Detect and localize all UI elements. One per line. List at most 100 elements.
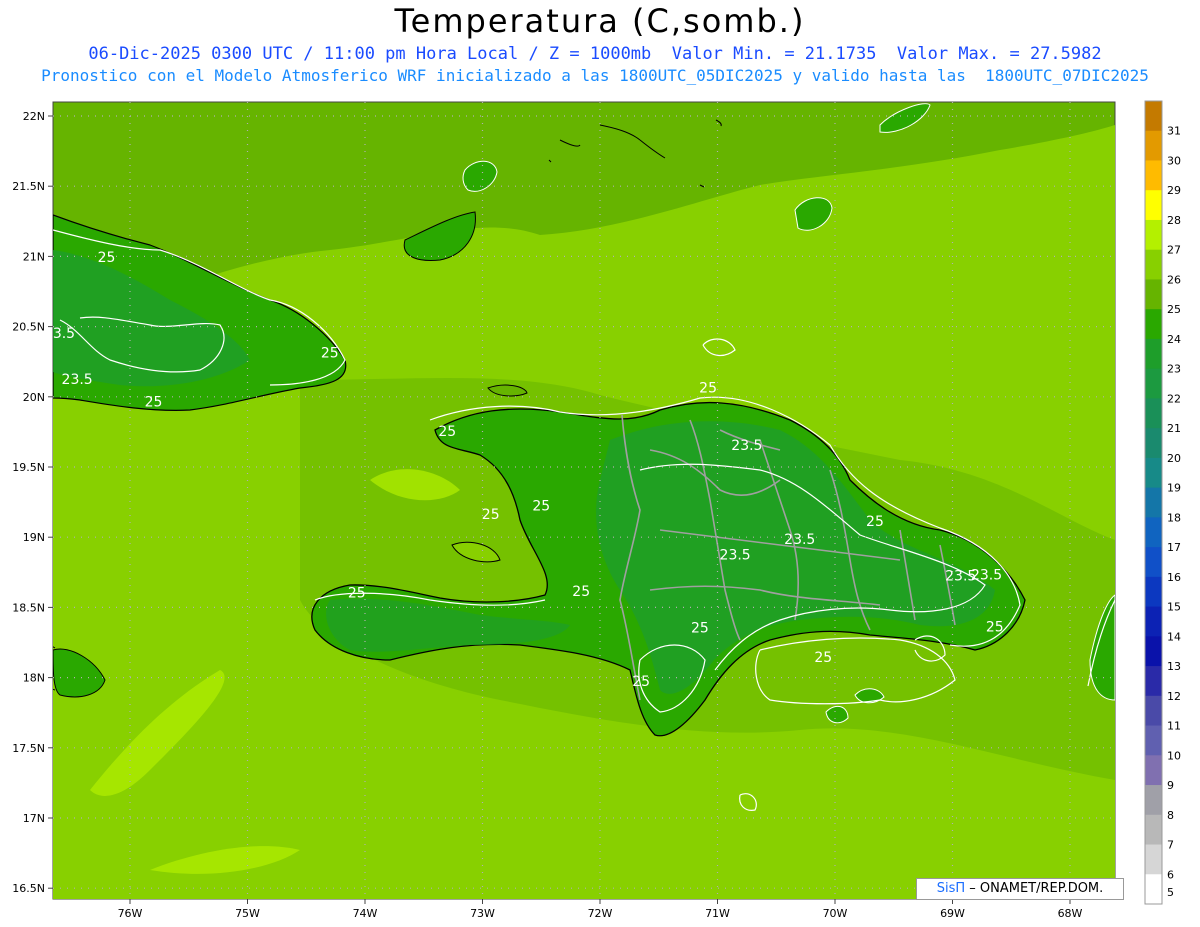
colorbar-label: 24 xyxy=(1167,333,1181,346)
colorbar-swatch xyxy=(1145,279,1162,310)
colorbar-label: 16 xyxy=(1167,571,1181,584)
colorbar-label: 25 xyxy=(1167,303,1181,316)
colorbar-swatch xyxy=(1145,576,1162,608)
colorbar-swatch xyxy=(1145,249,1162,280)
colorbar-swatch xyxy=(1145,219,1162,251)
colorbar-label: 27 xyxy=(1167,244,1181,257)
contour-label: 25 xyxy=(482,507,500,523)
contour-label: 25 xyxy=(348,586,366,602)
colorbar-swatch xyxy=(1145,190,1162,221)
contour-label: 23.5 xyxy=(62,372,93,388)
contour-label: 23.5 xyxy=(784,532,815,548)
colorbar-label: 28 xyxy=(1167,214,1181,227)
colorbar-label: 21 xyxy=(1167,422,1181,435)
lon-label: 73W xyxy=(470,907,495,920)
credit-box: SisΠ – ONAMET/REP.DOM. xyxy=(916,878,1124,900)
colorbar-swatch xyxy=(1145,725,1162,756)
colorbar-swatch xyxy=(1145,517,1162,548)
colorbar-label: 7 xyxy=(1167,839,1174,852)
lat-label: 19.5N xyxy=(12,461,45,474)
colorbar-swatch xyxy=(1145,428,1162,459)
contour-label: 25 xyxy=(532,499,550,515)
contour-label: 25 xyxy=(98,250,116,266)
colorbar-label: 10 xyxy=(1167,749,1181,762)
colorbar-swatch xyxy=(1145,130,1162,161)
lon-label: 69W xyxy=(940,907,965,920)
colorbar-label: 15 xyxy=(1167,601,1181,614)
lat-label: 19N xyxy=(23,531,45,544)
lon-label: 76W xyxy=(118,907,143,920)
colorbar-label: 29 xyxy=(1167,184,1181,197)
colorbar-swatch xyxy=(1145,785,1162,816)
sis-logo-text: SisΠ xyxy=(936,881,966,896)
contour-label: 23.5 xyxy=(44,326,75,342)
lon-label: 70W xyxy=(823,907,848,920)
organization-text: – ONAMET/REP.DOM. xyxy=(969,881,1104,896)
contour-label: 25 xyxy=(691,621,709,637)
colorbar-swatch xyxy=(1145,457,1162,489)
contour-label: 23.5 xyxy=(720,548,751,564)
colorbar-swatch xyxy=(1145,368,1162,399)
colorbar-label: 31 xyxy=(1167,125,1181,138)
contour-label: 25 xyxy=(699,381,717,397)
colorbar-label: 11 xyxy=(1167,720,1181,733)
colorbar: 31 30 29 28 27 26 25 24 23 22 21 20 19 18 17 16 15 14 13 12… xyxy=(1144,100,1181,905)
lat-label: 16.5N xyxy=(12,882,45,895)
colorbar-swatch xyxy=(1145,101,1162,132)
colorbar-swatch xyxy=(1145,814,1162,846)
contour-label: 25 xyxy=(572,584,590,600)
lat-label: 17.5N xyxy=(12,742,45,755)
colorbar-label: 23 xyxy=(1167,363,1181,376)
lon-label: 75W xyxy=(235,907,260,920)
contour-label: 25 xyxy=(866,514,884,530)
contour-label: 25 xyxy=(632,674,650,690)
colorbar-label: 9 xyxy=(1167,779,1174,792)
colorbar-swatch xyxy=(1145,398,1162,429)
lon-label: 68W xyxy=(1058,907,1083,920)
colorbar-label: 20 xyxy=(1167,452,1181,465)
colorbar-swatch xyxy=(1145,547,1162,578)
colorbar-label: 22 xyxy=(1167,392,1181,405)
colorbar-label: 14 xyxy=(1167,630,1181,643)
contour-label: 25 xyxy=(986,619,1004,635)
contour-label: 25 xyxy=(814,650,832,666)
contour-label: 25 xyxy=(438,424,456,440)
colorbar-swatch xyxy=(1145,755,1162,786)
lat-label: 22N xyxy=(23,110,45,123)
colorbar-swatch xyxy=(1145,695,1162,727)
contour-label: 25 xyxy=(145,395,163,411)
colorbar-swatch xyxy=(1145,666,1162,697)
colorbar-swatch xyxy=(1145,636,1162,667)
lat-label: 18N xyxy=(23,672,45,685)
contour-label: 25 xyxy=(321,345,339,361)
colorbar-label: 18 xyxy=(1167,511,1181,524)
colorbar-label: 30 xyxy=(1167,154,1181,167)
colorbar-swatch xyxy=(1145,160,1162,191)
lat-label: 20N xyxy=(23,391,45,404)
colorbar-swatch xyxy=(1145,844,1162,875)
lat-label: 21.5N xyxy=(12,180,45,193)
lon-label: 71W xyxy=(705,907,730,920)
lat-label: 18.5N xyxy=(12,601,45,614)
colorbar-swatch xyxy=(1145,874,1162,905)
colorbar-swatch xyxy=(1145,606,1162,637)
lat-label: 17N xyxy=(23,812,45,825)
contour-label: 23.5 xyxy=(731,438,762,454)
colorbar-label: 13 xyxy=(1167,660,1181,673)
colorbar-label: 26 xyxy=(1167,273,1181,286)
colorbar-swatch xyxy=(1145,487,1162,518)
lat-label: 21N xyxy=(23,250,45,263)
colorbar-swatch xyxy=(1145,338,1162,370)
temperature-map: 25 23.5 23.5 25 25 25 25 23.5 25 25 23.5 23.5 25 23.5… xyxy=(12,100,1181,920)
lon-label: 72W xyxy=(588,907,613,920)
lat-label: 20.5N xyxy=(12,321,45,334)
colorbar-label: 5 xyxy=(1167,886,1174,899)
colorbar-label: 17 xyxy=(1167,541,1181,554)
lon-label: 74W xyxy=(353,907,378,920)
colorbar-label: 19 xyxy=(1167,482,1181,495)
contour-label: 23.5 xyxy=(971,567,1002,583)
colorbar-swatch xyxy=(1145,309,1162,340)
colorbar-label: 6 xyxy=(1167,868,1174,881)
colorbar-label: 12 xyxy=(1167,690,1181,703)
colorbar-label: 8 xyxy=(1167,809,1174,822)
